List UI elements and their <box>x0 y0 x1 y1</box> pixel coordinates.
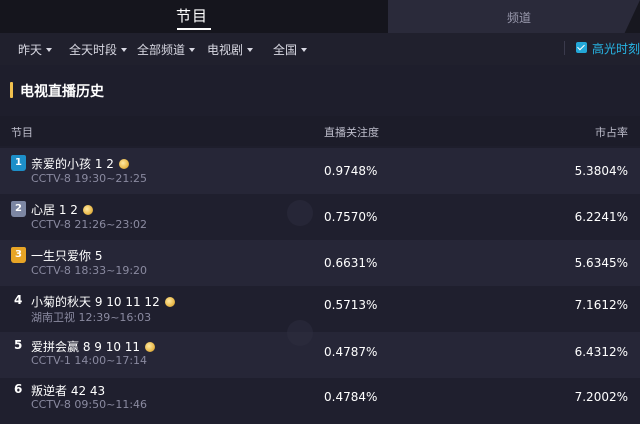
program-title-text: 一生只爱你 5 <box>31 249 103 263</box>
filter-channel-dropdown[interactable]: 全部频道 <box>137 41 196 58</box>
filter-time-dropdown[interactable]: 全天时段 <box>69 41 128 58</box>
program-title-text: 叛逆者 42 43 <box>31 384 106 398</box>
program-title[interactable]: 爱拼会赢 8 9 10 11 <box>31 338 156 355</box>
program-title[interactable]: 小菊的秋天 9 10 11 12 <box>31 293 175 310</box>
coin-icon <box>164 296 175 307</box>
coin-icon <box>118 158 129 169</box>
rank-badge-gold: 1 <box>11 155 26 171</box>
program-schedule: CCTV-8 18:33~19:20 <box>31 264 148 277</box>
program-title[interactable]: 心居 1 2 <box>31 201 93 218</box>
program-schedule: CCTV-8 19:30~21:25 <box>31 172 148 185</box>
filter-genre-label: 电视剧 <box>207 43 244 57</box>
tab-active-underline <box>177 28 211 30</box>
tab-channel-bg[interactable] <box>344 0 640 33</box>
program-title[interactable]: 叛逆者 42 43 <box>31 382 105 399</box>
rank-number: 6 <box>14 382 23 396</box>
section-accent-bar <box>10 82 13 98</box>
coin-icon <box>145 341 156 352</box>
program-title-text: 小菊的秋天 9 10 11 12 <box>31 295 160 309</box>
watermark-logo-icon <box>287 320 313 346</box>
table-header <box>0 116 640 146</box>
filter-date-label: 昨天 <box>18 43 43 57</box>
share-value: 6.4312% <box>574 345 628 359</box>
rank-number: 4 <box>14 293 23 307</box>
filter-region-label: 全国 <box>273 43 298 57</box>
header-program: 节目 <box>11 126 33 139</box>
tab-program[interactable]: 节目 <box>176 5 208 26</box>
filter-channel-label: 全部频道 <box>137 43 186 57</box>
attention-value: 0.5713% <box>324 298 378 312</box>
program-title[interactable]: 亲爱的小孩 1 2 <box>31 155 129 172</box>
table-row[interactable] <box>0 194 640 240</box>
program-title-text: 心居 1 2 <box>31 203 78 217</box>
attention-value: 0.7570% <box>324 210 378 224</box>
attention-value: 0.4787% <box>324 345 378 359</box>
filter-region-dropdown[interactable]: 全国 <box>273 41 308 58</box>
program-title-text: 爱拼会赢 8 9 10 11 <box>31 340 141 354</box>
rank-badge-silver: 2 <box>11 201 26 217</box>
attention-value: 0.6631% <box>324 256 378 270</box>
attention-value: 0.4784% <box>324 390 378 404</box>
rank-badge-bronze: 3 <box>11 247 26 263</box>
chevron-down-icon <box>301 48 308 52</box>
chevron-down-icon <box>247 48 254 52</box>
tab-channel[interactable]: 频道 <box>507 9 531 26</box>
program-title-text: 亲爱的小孩 1 2 <box>31 157 114 171</box>
chevron-down-icon <box>189 48 196 52</box>
program-schedule: CCTV-8 09:50~11:46 <box>31 398 148 411</box>
share-value: 6.2241% <box>574 210 628 224</box>
divider <box>564 41 565 55</box>
filter-time-label: 全天时段 <box>69 43 118 57</box>
watermark-logo-icon <box>287 200 313 226</box>
highlight-label[interactable]: 高光时刻 <box>592 40 640 57</box>
rank-number: 5 <box>14 338 23 352</box>
section-title: 电视直播历史 <box>20 84 104 100</box>
program-title[interactable]: 一生只爱你 5 <box>31 247 102 264</box>
share-value: 5.3804% <box>574 164 628 178</box>
attention-value: 0.9748% <box>324 164 378 178</box>
header-share[interactable]: 市占率 <box>595 124 628 140</box>
coin-icon <box>82 204 93 215</box>
share-value: 7.2002% <box>574 390 628 404</box>
share-value: 7.1612% <box>574 298 628 312</box>
share-value: 5.6345% <box>574 256 628 270</box>
chevron-down-icon <box>121 48 128 52</box>
chevron-down-icon <box>46 48 53 52</box>
filter-genre-dropdown[interactable]: 电视剧 <box>207 41 254 58</box>
program-schedule: CCTV-1 14:00~17:14 <box>31 354 148 367</box>
program-schedule: 湖南卫视 12:39~16:03 <box>31 311 152 324</box>
filter-date-dropdown[interactable]: 昨天 <box>18 41 53 58</box>
header-attention[interactable]: 直播关注度 <box>324 124 379 140</box>
highlight-checkbox[interactable] <box>576 42 587 53</box>
program-schedule: CCTV-8 21:26~23:02 <box>31 218 148 231</box>
